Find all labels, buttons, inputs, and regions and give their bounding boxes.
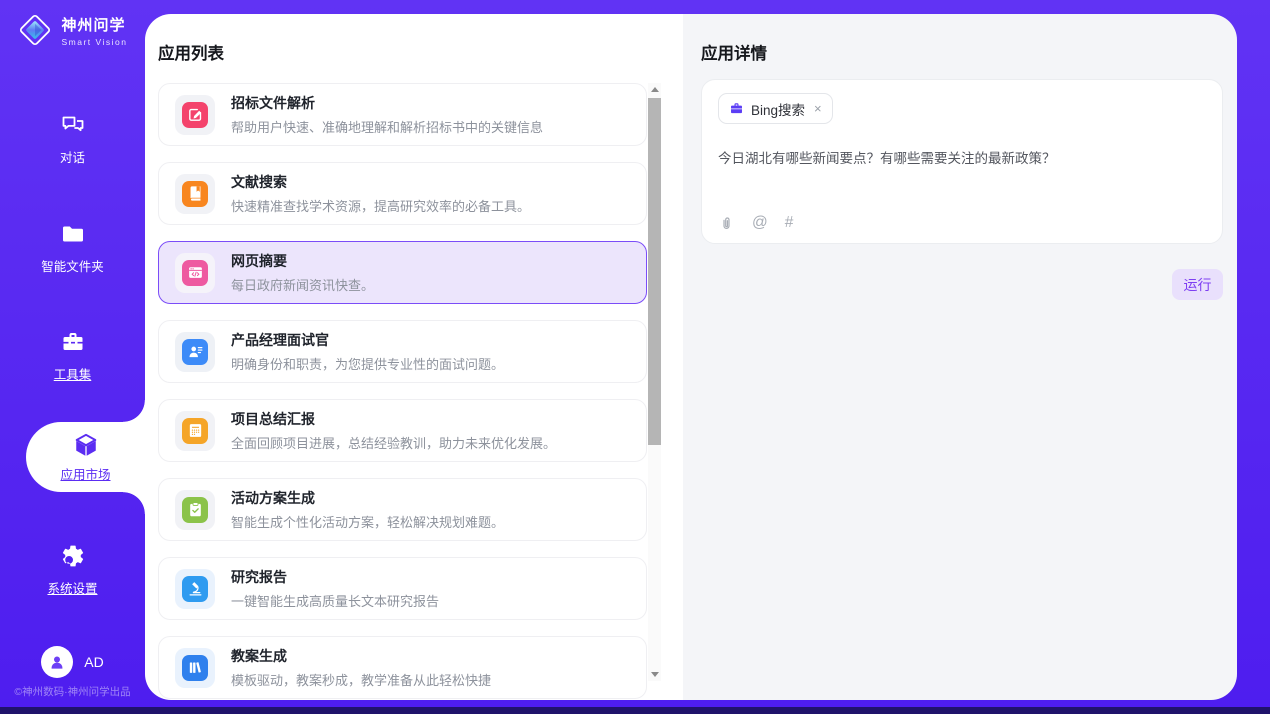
app-list-panel: 应用列表 招标文件解析 帮助用户快速、准确地理解和解析招标书中的关键信息 文献搜…	[145, 14, 683, 700]
app-icon	[175, 490, 215, 530]
edit-square-icon	[182, 102, 208, 128]
sidebar-item-smart-folder[interactable]: 智能文件夹	[0, 221, 145, 275]
chip-close-icon[interactable]: ×	[812, 101, 822, 116]
tool-chip-bing-search[interactable]: Bing搜索 ×	[718, 93, 833, 124]
app-list-item-1[interactable]: 招标文件解析 帮助用户快速、准确地理解和解析招标书中的关键信息	[158, 83, 647, 146]
app-icon	[175, 569, 215, 609]
sidebar-item-app-market[interactable]: 应用市场	[26, 422, 145, 492]
app-description: 模板驱动，教案秒成，教学准备从此轻松快捷	[231, 670, 491, 689]
app-detail-title: 应用详情	[701, 14, 1237, 64]
app-name: 产品经理面试官	[231, 330, 504, 350]
scrollbar-thumb[interactable]	[648, 98, 661, 445]
app-name: 网页摘要	[231, 251, 374, 271]
app-name: 研究报告	[231, 567, 439, 587]
bottom-edge	[0, 707, 1270, 714]
query-text[interactable]: 今日湖北有哪些新闻要点？有哪些需要关注的最新政策？	[718, 147, 1206, 167]
app-description: 全面回顾项目进展，总结经验教训，助力未来优化发展。	[231, 433, 556, 452]
sidebar: 神州问学 Smart Vision 对话 智能文件夹 工具集 应用市场	[0, 0, 145, 714]
mention-icon[interactable]: @	[752, 214, 768, 232]
sidebar-item-settings[interactable]: 系统设置	[0, 543, 145, 597]
scroll-up-arrow-icon[interactable]	[648, 83, 661, 96]
book-icon	[182, 181, 208, 207]
chat-icon	[60, 112, 86, 138]
user-profile[interactable]: AD	[0, 646, 145, 678]
run-button[interactable]: 运行	[1172, 269, 1223, 300]
avatar	[41, 646, 73, 678]
app-name: 教案生成	[231, 646, 491, 666]
app-list-item-8[interactable]: 教案生成 模板驱动，教案秒成，教学准备从此轻松快捷	[158, 636, 647, 699]
brand-logo: 神州问学 Smart Vision	[0, 12, 145, 48]
app-description: 智能生成个性化活动方案，轻松解决规划难题。	[231, 512, 504, 531]
app-list-scrollbar[interactable]	[648, 83, 661, 681]
app-detail-card: Bing搜索 × 今日湖北有哪些新闻要点？有哪些需要关注的最新政策？ @ #	[701, 79, 1223, 244]
sidebar-item-label: 系统设置	[47, 578, 97, 597]
main-panel: 应用列表 招标文件解析 帮助用户快速、准确地理解和解析招标书中的关键信息 文献搜…	[145, 14, 1237, 700]
app-icon	[175, 411, 215, 451]
app-list-items: 招标文件解析 帮助用户快速、准确地理解和解析招标书中的关键信息 文献搜索 快速精…	[158, 83, 647, 700]
brand-name: 神州问学	[61, 14, 127, 35]
input-toolbar: @ #	[718, 214, 793, 232]
sidebar-item-toolset[interactable]: 工具集	[0, 329, 145, 383]
cube-icon	[73, 432, 99, 458]
hash-icon[interactable]: #	[785, 214, 794, 232]
sidebar-item-label: 工具集	[54, 364, 92, 383]
app-name: 招标文件解析	[231, 93, 543, 113]
sidebar-item-chat[interactable]: 对话	[0, 112, 145, 166]
app-description: 帮助用户快速、准确地理解和解析招标书中的关键信息	[231, 117, 543, 136]
brand-subtitle: Smart Vision	[61, 37, 127, 47]
app-icon	[175, 253, 215, 293]
app-list-item-6[interactable]: 活动方案生成 智能生成个性化活动方案，轻松解决规划难题。	[158, 478, 647, 541]
app-icon	[175, 332, 215, 372]
user-initials: AD	[84, 654, 103, 670]
brand-diamond-icon	[17, 12, 53, 48]
interviewer-icon	[182, 339, 208, 365]
app-description: 明确身份和职责，为您提供专业性的面试问题。	[231, 354, 504, 373]
app-name: 活动方案生成	[231, 488, 504, 508]
app-list-item-4[interactable]: 产品经理面试官 明确身份和职责，为您提供专业性的面试问题。	[158, 320, 647, 383]
app-name: 文献搜索	[231, 172, 530, 192]
attachment-icon[interactable]	[718, 215, 735, 232]
app-description: 每日政府新闻资讯快查。	[231, 275, 374, 294]
tool-chip-label: Bing搜索	[751, 99, 805, 119]
app-name: 项目总结汇报	[231, 409, 556, 429]
sidebar-item-label: 对话	[60, 147, 85, 166]
scroll-down-arrow-icon[interactable]	[648, 668, 661, 681]
app-list-title: 应用列表	[145, 14, 683, 64]
app-icon	[175, 174, 215, 214]
clipboard-check-icon	[182, 497, 208, 523]
app-description: 快速精准查找学术资源，提高研究效率的必备工具。	[231, 196, 530, 215]
app-list-item-3[interactable]: 网页摘要 每日政府新闻资讯快查。	[158, 241, 647, 304]
app-list-item-2[interactable]: 文献搜索 快速精准查找学术资源，提高研究效率的必备工具。	[158, 162, 647, 225]
books-icon	[182, 655, 208, 681]
app-icon	[175, 648, 215, 688]
note-icon	[182, 418, 208, 444]
person-icon	[47, 652, 67, 672]
app-description: 一键智能生成高质量长文本研究报告	[231, 591, 439, 610]
gear-icon	[60, 543, 86, 569]
app-list-item-5[interactable]: 项目总结汇报 全面回顾项目进展，总结经验教训，助力未来优化发展。	[158, 399, 647, 462]
sidebar-item-label: 应用市场	[60, 464, 110, 483]
sidebar-item-label: 智能文件夹	[41, 256, 104, 275]
app-list-item-7[interactable]: 研究报告 一键智能生成高质量长文本研究报告	[158, 557, 647, 620]
microscope-icon	[182, 576, 208, 602]
briefcase-icon	[729, 101, 744, 116]
app-icon	[175, 95, 215, 135]
browser-code-icon	[182, 260, 208, 286]
copyright-text: ©神州数码·神州问学出品	[0, 684, 145, 699]
toolbox-icon	[60, 329, 86, 355]
folder-icon	[60, 221, 86, 247]
app-detail-panel: 应用详情 Bing搜索 × 今日湖北有哪些新闻要点？有哪些需要关注的最新政策？ …	[683, 14, 1237, 700]
